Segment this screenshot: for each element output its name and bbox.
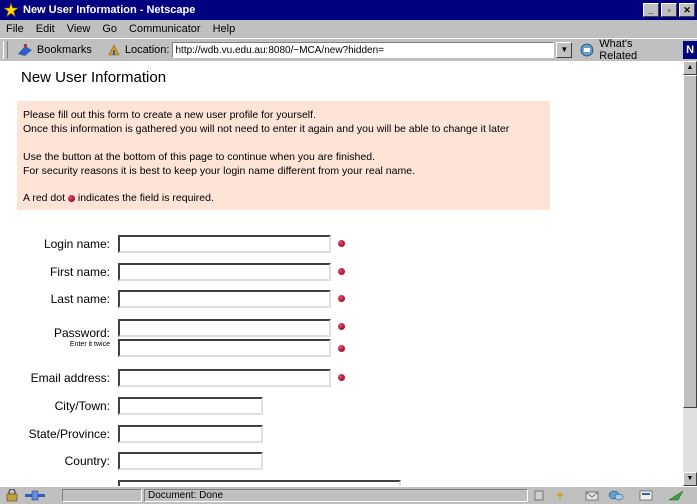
info-line: Use the button at the bottom of this pag… bbox=[23, 151, 375, 163]
page-title: New User Information bbox=[21, 69, 167, 86]
first-name-input[interactable] bbox=[118, 263, 331, 281]
url-input[interactable]: http://wdb.vu.edu.au:8080/~MCA/new?hidde… bbox=[172, 42, 555, 58]
navigator-icon[interactable] bbox=[552, 489, 568, 502]
netscape-logo[interactable]: N bbox=[683, 41, 697, 59]
composer-icon[interactable] bbox=[638, 489, 654, 502]
country-input[interactable] bbox=[118, 452, 263, 470]
location-icon[interactable] bbox=[106, 42, 122, 58]
scroll-down-icon[interactable]: ▼ bbox=[683, 472, 697, 486]
quicklaunch-icon[interactable] bbox=[666, 489, 686, 502]
login-label: Login name: bbox=[43, 237, 110, 251]
email-label: Email address: bbox=[30, 371, 110, 385]
menu-edit[interactable]: Edit bbox=[36, 23, 55, 35]
vertical-scrollbar[interactable]: ▲ ▼ bbox=[683, 61, 697, 486]
red-dot-icon bbox=[67, 194, 75, 202]
url-dropdown-icon[interactable]: ▼ bbox=[556, 42, 573, 58]
progress-bar bbox=[62, 489, 142, 502]
first-name-label: First name: bbox=[49, 265, 110, 279]
menu-go[interactable]: Go bbox=[102, 23, 117, 35]
close-button[interactable]: ✕ bbox=[679, 3, 695, 17]
last-name-input[interactable] bbox=[118, 290, 331, 308]
menu-bar: File Edit View Go Communicator Help bbox=[0, 20, 697, 37]
bookmarks-icon[interactable] bbox=[16, 42, 34, 58]
menu-view[interactable]: View bbox=[67, 23, 91, 35]
location-label: Location: bbox=[124, 44, 170, 56]
required-dot-icon bbox=[338, 268, 345, 275]
status-panel-icon bbox=[534, 490, 544, 501]
scroll-thumb[interactable] bbox=[683, 75, 697, 408]
required-dot-icon bbox=[338, 374, 345, 381]
mail-icon[interactable] bbox=[584, 489, 600, 502]
password-input[interactable] bbox=[118, 319, 331, 337]
menu-file[interactable]: File bbox=[6, 23, 24, 35]
connection-icon bbox=[25, 490, 45, 501]
info-line: Once this information is gathered you wi… bbox=[23, 123, 510, 135]
maximize-button[interactable]: ▫ bbox=[661, 3, 677, 17]
netscape-app-icon[interactable] bbox=[3, 2, 19, 18]
menu-communicator[interactable]: Communicator bbox=[129, 23, 201, 35]
info-box: Please fill out this form to create a ne… bbox=[17, 101, 550, 210]
last-name-label: Last name: bbox=[50, 292, 110, 306]
state-label: State/Province: bbox=[28, 427, 110, 441]
required-dot-icon bbox=[338, 323, 345, 330]
password-hint: Enter it twice bbox=[69, 341, 110, 348]
login-input[interactable] bbox=[118, 235, 331, 253]
state-input[interactable] bbox=[118, 425, 263, 443]
required-dot-icon bbox=[338, 240, 345, 247]
page-content: New User Information Please fill out thi… bbox=[0, 61, 683, 486]
title-bar: New User Information - Netscape _ ▫ ✕ bbox=[0, 0, 697, 20]
toolbar-grip[interactable] bbox=[3, 41, 8, 59]
password-label: Password: bbox=[53, 326, 110, 340]
password-confirm-input[interactable] bbox=[118, 339, 331, 357]
minimize-button[interactable]: _ bbox=[643, 3, 659, 17]
status-bar: Document: Done bbox=[0, 486, 697, 504]
location-toolbar: Bookmarks Location: http://wdb.vu.edu.au… bbox=[0, 38, 697, 62]
security-lock-icon[interactable] bbox=[4, 489, 20, 502]
info-line: For security reasons it is best to keep … bbox=[23, 165, 415, 177]
required-dot-icon bbox=[338, 295, 345, 302]
required-note-suffix: indicates the field is required. bbox=[77, 192, 214, 204]
email-input[interactable] bbox=[118, 369, 331, 387]
discussion-groups-icon[interactable] bbox=[608, 489, 624, 502]
whats-related-button[interactable]: What's Related bbox=[599, 38, 673, 62]
country-label: Country: bbox=[64, 454, 110, 468]
required-note: A red dot indicates the field is require… bbox=[23, 192, 214, 204]
scroll-up-icon[interactable]: ▲ bbox=[683, 61, 697, 75]
bookmarks-button[interactable]: Bookmarks bbox=[37, 44, 92, 56]
info-line: Please fill out this form to create a ne… bbox=[23, 109, 316, 121]
required-note-prefix: A red dot bbox=[23, 192, 66, 204]
city-label: City/Town: bbox=[54, 399, 110, 413]
required-dot-icon bbox=[338, 345, 345, 352]
status-text: Document: Done bbox=[144, 489, 528, 502]
window-title: New User Information - Netscape bbox=[23, 4, 196, 16]
whats-related-icon[interactable] bbox=[578, 42, 596, 58]
menu-help[interactable]: Help bbox=[213, 23, 236, 35]
city-input[interactable] bbox=[118, 397, 263, 415]
